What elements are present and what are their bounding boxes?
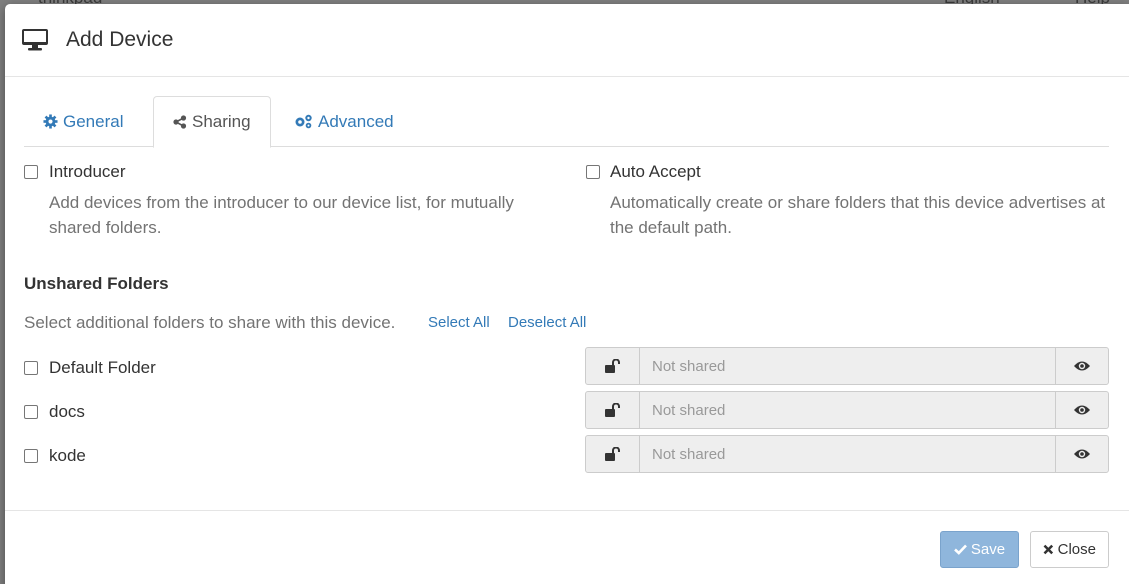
unlock-icon <box>605 446 620 461</box>
tab-general-label: General <box>63 111 124 131</box>
modal-title: Add Device <box>66 28 174 51</box>
check-icon <box>954 544 967 555</box>
save-button-label: Save <box>970 541 1006 558</box>
add-device-modal: Add Device General Sharing Advanced Intr… <box>5 4 1129 584</box>
auto-accept-checkbox[interactable] <box>586 165 600 179</box>
eye-icon <box>1074 361 1090 371</box>
introducer-help: Add devices from the introducer to our d… <box>49 193 514 237</box>
tab-general[interactable]: General <box>24 96 142 147</box>
unlock-button[interactable] <box>585 391 640 429</box>
unlock-button[interactable] <box>585 347 640 385</box>
gear-icon <box>43 114 58 129</box>
show-button[interactable] <box>1055 435 1109 473</box>
modal-footer: Save Close <box>5 510 1129 584</box>
auto-accept-label[interactable]: Auto Accept <box>610 162 701 182</box>
unshared-folders-title: Unshared Folders <box>24 274 169 293</box>
folder-label-kode[interactable]: kode <box>49 446 86 466</box>
folder-label-default[interactable]: Default Folder <box>49 358 156 378</box>
share-icon <box>173 115 187 129</box>
select-all-link[interactable]: Select All <box>428 314 490 331</box>
folder-path-input-kode[interactable] <box>640 435 1055 473</box>
show-button[interactable] <box>1055 347 1109 385</box>
folder-path-group-docs <box>585 391 1109 429</box>
gears-icon <box>295 114 312 129</box>
introducer-label[interactable]: Introducer <box>49 162 126 182</box>
eye-icon <box>1074 449 1090 459</box>
folder-checkbox-kode[interactable] <box>24 449 38 463</box>
folder-checkbox-docs[interactable] <box>24 405 38 419</box>
folder-path-input-default[interactable] <box>640 347 1055 385</box>
deselect-all-link[interactable]: Deselect All <box>508 314 586 331</box>
tab-sharing[interactable]: Sharing <box>153 96 271 148</box>
show-button[interactable] <box>1055 391 1109 429</box>
unlock-icon <box>605 402 620 417</box>
desktop-icon <box>22 29 48 51</box>
folder-path-group-default <box>585 347 1109 385</box>
unshared-folders-description: Select additional folders to share with … <box>24 313 396 332</box>
tab-advanced[interactable]: Advanced <box>275 96 413 147</box>
folder-checkbox-default[interactable] <box>24 361 38 375</box>
unlock-icon <box>605 358 620 373</box>
introducer-checkbox[interactable] <box>24 165 38 179</box>
folder-label-docs[interactable]: docs <box>49 402 85 422</box>
modal-header: Add Device <box>5 4 1129 77</box>
tab-sharing-label: Sharing <box>192 112 251 131</box>
folder-path-input-docs[interactable] <box>640 391 1055 429</box>
close-icon <box>1043 544 1054 555</box>
save-button[interactable]: Save <box>940 531 1019 568</box>
unlock-button[interactable] <box>585 435 640 473</box>
auto-accept-help: Automatically create or share folders th… <box>610 193 1106 237</box>
close-button[interactable]: Close <box>1030 531 1109 568</box>
folder-path-group-kode <box>585 435 1109 473</box>
tab-advanced-label: Advanced <box>318 111 394 131</box>
eye-icon <box>1074 405 1090 415</box>
close-button-label: Close <box>1057 541 1096 558</box>
tab-bar: General Sharing Advanced <box>24 96 1109 148</box>
